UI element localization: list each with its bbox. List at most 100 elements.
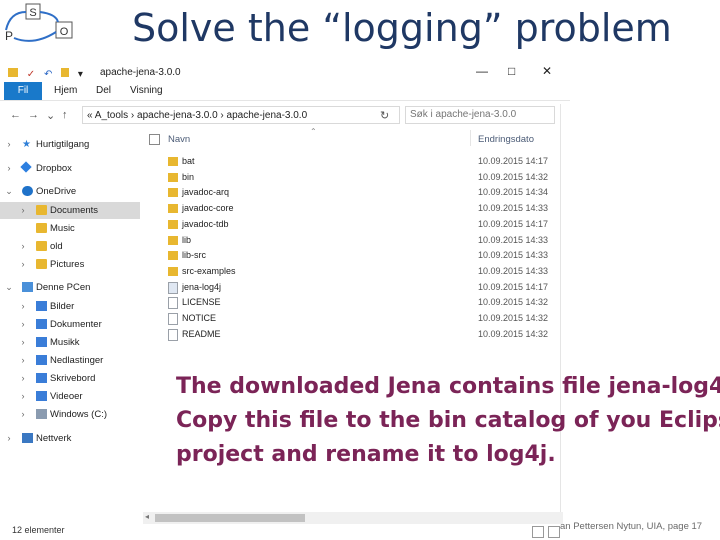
column-divider[interactable]	[470, 130, 471, 146]
maximize-button[interactable]: □	[508, 64, 515, 78]
sidebar-item-label: Dropbox	[36, 163, 72, 174]
close-button[interactable]: ✕	[542, 64, 552, 78]
chevron-icon[interactable]: ›	[18, 406, 28, 423]
sidebar-item-old[interactable]: › old	[0, 238, 140, 255]
pictures-icon	[36, 301, 47, 311]
sidebar-item-windows-c[interactable]: › Windows (C:)	[0, 406, 140, 423]
chevron-icon[interactable]: ›	[18, 352, 28, 369]
chevron-icon[interactable]: ›	[18, 370, 28, 387]
cloud-icon	[22, 186, 33, 196]
file-row[interactable]: bat 10.09.2015 14:17	[150, 154, 550, 170]
sidebar-item-label: Music	[50, 223, 75, 234]
sidebar-item-onedrive[interactable]: ⌄ OneDrive	[0, 183, 140, 200]
tab-file[interactable]: Fil	[4, 82, 42, 100]
chevron-icon[interactable]: ›	[18, 334, 28, 351]
folder-icon	[168, 204, 178, 214]
file-row[interactable]: LICENSE 10.09.2015 14:32	[150, 295, 550, 311]
chevron-icon[interactable]: ›	[18, 388, 28, 405]
logo-letter-o: O	[60, 26, 69, 38]
chevron-icon[interactable]: ›	[18, 238, 28, 255]
tab-view[interactable]: Visning	[130, 85, 163, 96]
up-icon[interactable]: ↑	[62, 109, 68, 121]
file-row[interactable]: jena-log4j 10.09.2015 14:17	[150, 280, 550, 296]
select-all-checkbox[interactable]	[149, 134, 160, 145]
file-row[interactable]: src-examples 10.09.2015 14:33	[150, 264, 550, 280]
file-date: 10.09.2015 14:33	[478, 234, 549, 245]
documents-icon	[36, 319, 47, 329]
sidebar-item-label: Hurtigtilgang	[36, 139, 90, 150]
sidebar-item-dropbox[interactable]: › Dropbox	[0, 160, 140, 177]
dropbox-icon	[20, 161, 32, 173]
file-row[interactable]: README 10.09.2015 14:32	[150, 327, 550, 343]
file-row[interactable]: javadoc-tdb 10.09.2015 14:17	[150, 217, 550, 233]
sidebar-item-videoer[interactable]: › Videoer	[0, 388, 140, 405]
note-line: The downloaded Jena contains file jena-l…	[176, 374, 720, 399]
sidebar-item-musikk[interactable]: › Musikk	[0, 334, 140, 351]
refresh-icon[interactable]: ↻	[380, 109, 389, 122]
tab-share[interactable]: Del	[96, 85, 111, 96]
file-row[interactable]: javadoc-core 10.09.2015 14:33	[150, 201, 550, 217]
properties-icon[interactable]: ✓	[27, 69, 35, 80]
status-count: 12 elementer	[12, 525, 65, 535]
file-icon	[168, 313, 178, 325]
file-icon	[168, 297, 178, 310]
chevron-icon[interactable]: ›	[18, 256, 28, 273]
scroll-left-icon[interactable]: ◂	[145, 512, 149, 521]
file-name: javadoc-core	[182, 203, 234, 214]
sidebar-item-label: Dokumenter	[50, 319, 102, 330]
sidebar-item-nettverk[interactable]: › Nettverk	[0, 430, 140, 447]
chevron-icon[interactable]: ⌄	[4, 279, 14, 296]
folder-icon	[168, 172, 178, 182]
file-name: src-examples	[182, 265, 236, 276]
sidebar-item-hurtigtilgang[interactable]: › ★ Hurtigtilgang	[0, 136, 140, 153]
file-date: 10.09.2015 14:33	[478, 250, 549, 261]
search-input[interactable]	[405, 106, 555, 124]
file-date: 10.09.2015 14:17	[478, 218, 549, 229]
chevron-icon[interactable]: ›	[4, 430, 14, 447]
large-icons-view-icon[interactable]	[548, 526, 560, 538]
chevron-icon[interactable]: ›	[18, 202, 28, 219]
file-row[interactable]: NOTICE 10.09.2015 14:32	[150, 311, 550, 327]
folder-icon	[36, 259, 47, 269]
sidebar-item-dokumenter[interactable]: › Dokumenter	[0, 316, 140, 333]
sidebar-item-documents[interactable]: › Documents	[0, 202, 140, 219]
minimize-button[interactable]: —	[476, 64, 488, 78]
slide-title: Solve the “logging” problem	[132, 6, 672, 50]
sidebar-item-nedlastinger[interactable]: › Nedlastinger	[0, 352, 140, 369]
new-folder-icon[interactable]	[61, 68, 70, 77]
file-row[interactable]: lib-src 10.09.2015 14:33	[150, 248, 550, 264]
address-bar[interactable]: « A_tools › apache-jena-3.0.0 › apache-j…	[82, 106, 400, 124]
back-icon[interactable]: ←	[10, 109, 21, 121]
chevron-icon[interactable]: ›	[18, 298, 28, 315]
tab-home[interactable]: Hjem	[54, 85, 77, 96]
recent-chevron-down-icon[interactable]: ⌄	[46, 109, 55, 122]
undo-icon[interactable]: ↶	[44, 69, 52, 80]
folder-icon	[168, 235, 178, 245]
column-header-name[interactable]: Navn	[168, 134, 190, 145]
file-row[interactable]: lib 10.09.2015 14:33	[150, 233, 550, 249]
downloads-icon	[36, 355, 47, 365]
file-row[interactable]: bin 10.09.2015 14:32	[150, 170, 550, 186]
instruction-note: The downloaded Jena contains file jena-l…	[176, 370, 720, 472]
column-header-date[interactable]: Endringsdato	[478, 134, 534, 145]
file-row[interactable]: javadoc-arq 10.09.2015 14:34	[150, 185, 550, 201]
chevron-icon[interactable]: ›	[4, 136, 14, 153]
sidebar-item-pictures[interactable]: › Pictures	[0, 256, 140, 273]
customize-icon[interactable]: ▾	[78, 69, 83, 80]
scrollbar-thumb[interactable]	[155, 514, 305, 522]
sidebar-item-label: Nedlastinger	[50, 355, 104, 366]
folder-icon	[168, 188, 178, 198]
chevron-icon[interactable]: ›	[18, 316, 28, 333]
sidebar-item-bilder[interactable]: › Bilder	[0, 298, 140, 315]
sidebar-item-music[interactable]: Music	[0, 220, 140, 237]
sidebar-item-denne-pcen[interactable]: ⌄ Denne PCen	[0, 279, 140, 296]
sidebar-item-skrivebord[interactable]: › Skrivebord	[0, 370, 140, 387]
computer-icon	[22, 282, 33, 292]
settings-file-icon	[168, 281, 178, 294]
forward-icon[interactable]: →	[28, 109, 39, 121]
folder-icon[interactable]	[8, 68, 18, 77]
chevron-icon[interactable]: ⌄	[4, 183, 14, 200]
file-name: bin	[182, 171, 195, 182]
chevron-icon[interactable]: ›	[4, 160, 14, 177]
details-view-icon[interactable]	[532, 526, 544, 538]
